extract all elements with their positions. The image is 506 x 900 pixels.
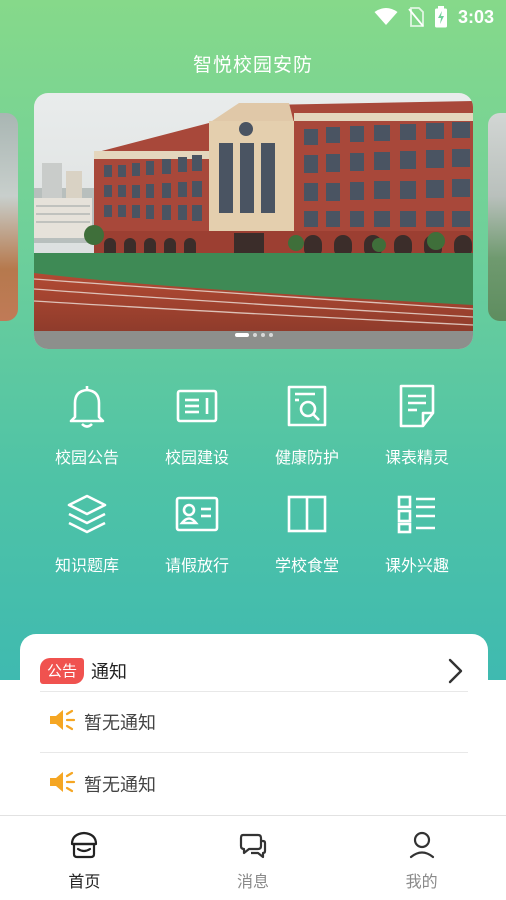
- carousel-dot: [268, 333, 273, 337]
- carousel-dot: [252, 333, 257, 337]
- nav-item-label: 我的: [405, 872, 438, 891]
- notice-list-item[interactable]: 暂无通知: [48, 764, 468, 804]
- chevron-right-icon[interactable]: [442, 658, 468, 684]
- wifi-icon: [374, 8, 398, 26]
- feature-grid: 校园公告 校园建设 健康防护 课表精灵 知识题库 请假放行 学校食堂 课外兴趣: [32, 380, 472, 584]
- school-building-photo: [34, 93, 473, 349]
- speaker-icon: [48, 769, 76, 799]
- chat-icon: [238, 830, 268, 864]
- banner-carousel[interactable]: [0, 93, 506, 349]
- document-search-icon: [283, 380, 331, 432]
- newspaper-icon: [173, 380, 221, 432]
- grid-item-campus-construction[interactable]: 校园建设: [142, 380, 252, 476]
- list-icon: [393, 488, 441, 540]
- divider: [40, 691, 468, 692]
- user-icon: [407, 830, 437, 864]
- grid-item-knowledge-bank[interactable]: 知识题库: [32, 488, 142, 584]
- carousel-next-slide[interactable]: [488, 113, 506, 321]
- status-bar: 3:03: [0, 0, 506, 34]
- nav-item-profile[interactable]: 我的: [337, 816, 506, 900]
- grid-item-label: 学校食堂: [274, 556, 339, 575]
- no-sim-icon: [408, 7, 424, 27]
- battery-charging-icon: [434, 6, 448, 28]
- carousel-dot: [260, 333, 265, 337]
- notice-card: 公告 通知 暂无通知 暂无通知: [20, 634, 488, 824]
- divider: [40, 752, 468, 753]
- grid-item-label: 健康防护: [274, 448, 339, 467]
- grid-item-school-canteen[interactable]: 学校食堂: [252, 488, 362, 584]
- notice-item-text: 暂无通知: [84, 775, 156, 796]
- nav-item-label: 首页: [68, 872, 101, 891]
- notice-list-item[interactable]: 暂无通知: [48, 702, 468, 742]
- bell-icon: [63, 380, 111, 432]
- grid-item-extracurricular[interactable]: 课外兴趣: [362, 488, 472, 584]
- bottom-nav: 首页 消息 我的: [0, 815, 506, 900]
- id-card-icon: [173, 488, 221, 540]
- grid-item-leave-release[interactable]: 请假放行: [142, 488, 252, 584]
- grid-item-campus-notice[interactable]: 校园公告: [32, 380, 142, 476]
- nav-item-home[interactable]: 首页: [0, 816, 169, 900]
- notice-title: 通知: [91, 662, 128, 683]
- grid-item-label: 知识题库: [54, 556, 119, 575]
- grid-item-label: 校园公告: [54, 448, 119, 467]
- home-icon: [69, 830, 99, 864]
- nav-item-messages[interactable]: 消息: [169, 816, 338, 900]
- notice-item-text: 暂无通知: [84, 713, 156, 734]
- carousel-dot: [234, 333, 249, 337]
- book-open-icon: [283, 488, 331, 540]
- grid-item-health-protection[interactable]: 健康防护: [252, 380, 362, 476]
- note-icon: [393, 380, 441, 432]
- carousel-indicator: [34, 333, 473, 337]
- grid-item-label: 课表精灵: [384, 448, 449, 467]
- grid-item-label: 校园建设: [164, 448, 229, 467]
- carousel-slide-school-photo[interactable]: [34, 93, 473, 349]
- speaker-icon: [48, 707, 76, 737]
- notice-badge: 公告: [40, 658, 85, 684]
- app-title: 智悦校园安防: [192, 54, 313, 76]
- carousel-prev-slide[interactable]: [0, 113, 18, 321]
- nav-item-label: 消息: [237, 872, 270, 891]
- grid-item-label: 请假放行: [164, 556, 229, 575]
- grid-item-schedule-helper[interactable]: 课表精灵: [362, 380, 472, 476]
- notice-header[interactable]: 公告 通知: [40, 652, 468, 690]
- grid-item-label: 课外兴趣: [384, 556, 449, 575]
- layers-icon: [63, 488, 111, 540]
- status-time: 3:03: [457, 6, 494, 27]
